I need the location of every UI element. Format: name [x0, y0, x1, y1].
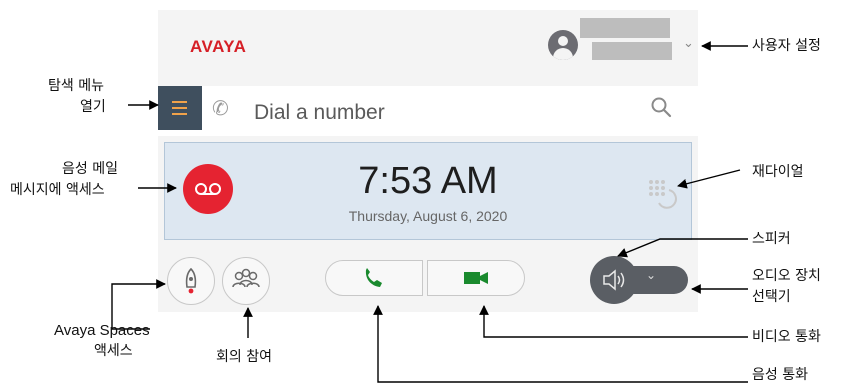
- callout-spaces-line1: Avaya Spaces: [54, 322, 150, 339]
- callout-redial: 재다이얼: [752, 164, 804, 180]
- callout-user-settings: 사용자 설정: [752, 38, 821, 54]
- callout-voicemail-line1: 음성 메일: [62, 161, 118, 177]
- callout-nav-menu-line1: 탐색 메뉴: [48, 78, 104, 94]
- callout-spaces-line2: 액세스: [94, 343, 133, 359]
- callout-nav-menu-line2: 열기: [80, 99, 106, 115]
- callout-speaker: 스피커: [752, 231, 791, 247]
- callout-audio-call: 음성 통화: [752, 367, 808, 383]
- callout-audio-device-line2: 선택기: [752, 289, 791, 305]
- callout-meeting: 회의 참여: [216, 349, 272, 365]
- callout-voicemail-line2: 메시지에 액세스: [10, 182, 105, 198]
- callout-audio-device-line1: 오디오 장치: [752, 268, 821, 284]
- callout-video-call: 비디오 통화: [752, 329, 821, 345]
